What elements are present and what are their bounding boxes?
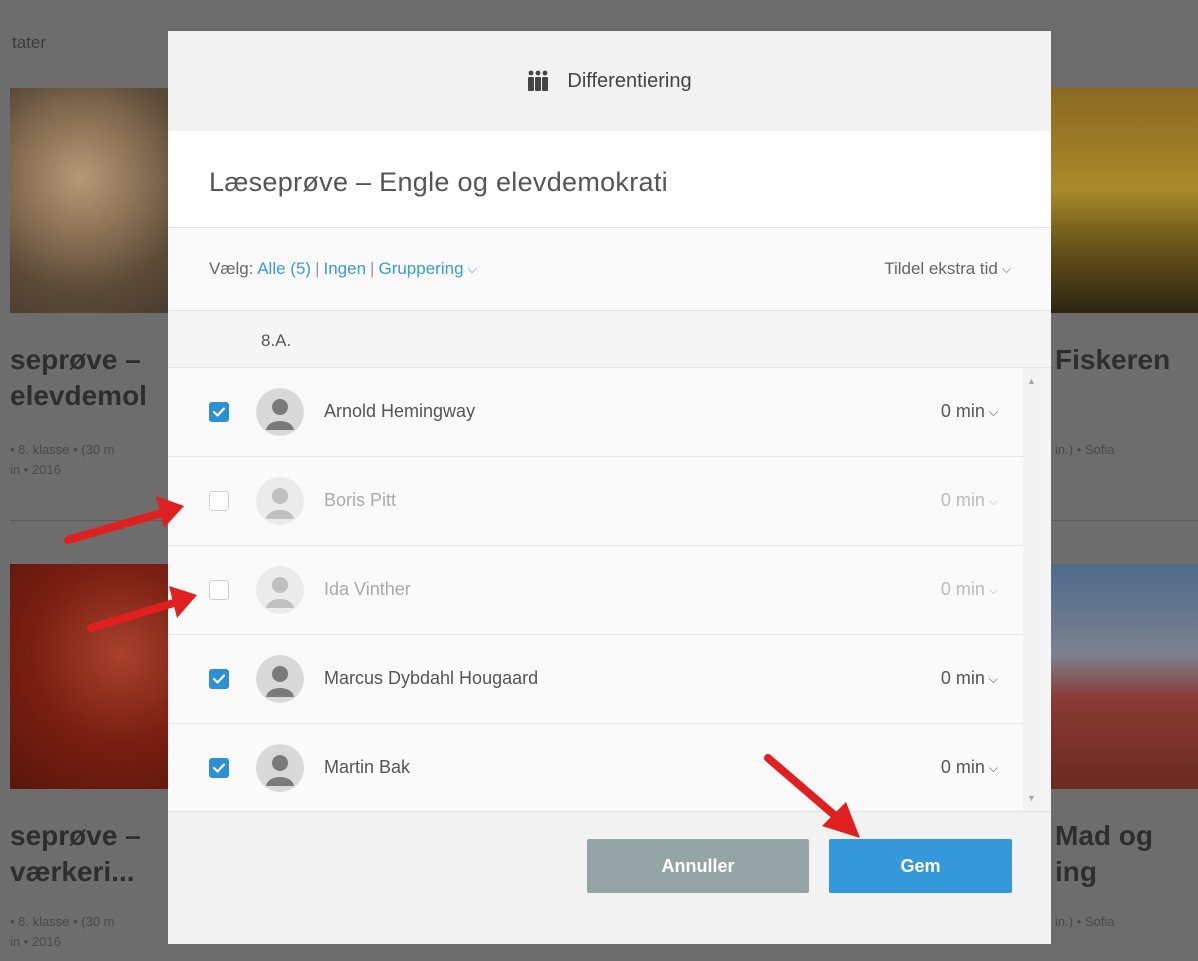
- card-image-angel[interactable]: [10, 88, 168, 313]
- select-all-link[interactable]: Alle (5): [257, 259, 311, 278]
- test-title: Læseprøve – Engle og elevdemokrati: [209, 167, 668, 197]
- student-checkbox[interactable]: [209, 669, 229, 689]
- annotation-arrow-icon: [87, 586, 197, 632]
- avatar: [256, 388, 304, 436]
- avatar: [256, 566, 304, 614]
- separator: |: [315, 259, 320, 278]
- card-title[interactable]: seprøve – elevdemol: [10, 342, 147, 414]
- avatar: [256, 477, 304, 525]
- student-name: Boris Pitt: [324, 490, 397, 510]
- extra-time-dropdown[interactable]: 0 min ⌵: [941, 401, 998, 422]
- card-image-monk[interactable]: [1050, 564, 1198, 789]
- modal-header-title: Differentiering: [567, 69, 692, 92]
- select-controls: Vælg: Alle (5) | Ingen | Gruppering ⌵: [209, 259, 477, 279]
- card-title[interactable]: Fiskeren: [1055, 342, 1170, 378]
- student-checkbox[interactable]: [209, 491, 229, 511]
- chevron-down-icon: ⌵: [1001, 262, 1011, 276]
- extra-time-dropdown[interactable]: 0 min ⌵: [941, 490, 998, 511]
- student-checkbox[interactable]: [209, 402, 229, 422]
- separator: |: [370, 259, 375, 278]
- differentiation-modal: Differentiering Læseprøve – Engle og ele…: [168, 31, 1051, 944]
- student-row[interactable]: Ida Vinther 0 min ⌵: [168, 546, 1023, 635]
- extra-time-dropdown[interactable]: Tildel ekstra tid ⌵: [884, 259, 1011, 279]
- extra-time-dropdown[interactable]: 0 min ⌵: [941, 757, 998, 778]
- background-heading: tater: [12, 33, 47, 52]
- card-meta: • 8. klasse • (30 m in • 2016: [10, 914, 115, 949]
- grouping-dropdown[interactable]: Gruppering ⌵: [378, 259, 476, 278]
- chevron-down-icon: ⌵: [988, 583, 998, 597]
- modal-header: Differentiering: [168, 31, 1051, 131]
- save-button[interactable]: Gem: [829, 839, 1012, 893]
- student-name: Martin Bak: [324, 757, 411, 777]
- chevron-down-icon: ⌵: [988, 672, 998, 686]
- card-meta: • 8. klasse • (30 m in • 2016: [10, 442, 115, 477]
- class-header: 8.A.: [168, 311, 1051, 368]
- card-meta: in.) • Sofia: [1055, 914, 1115, 929]
- selection-bar: Vælg: Alle (5) | Ingen | Gruppering ⌵ Tildel …: [168, 228, 1051, 311]
- avatar: [256, 655, 304, 703]
- chevron-down-icon: ⌵: [988, 494, 998, 508]
- student-name: Arnold Hemingway: [324, 401, 476, 421]
- extra-time-dropdown[interactable]: 0 min ⌵: [941, 579, 998, 600]
- cancel-button[interactable]: Annuller: [587, 839, 809, 893]
- student-row[interactable]: Martin Bak 0 min ⌵: [168, 724, 1023, 811]
- chevron-down-icon: ⌵: [467, 262, 477, 276]
- card-title[interactable]: Mad og ing: [1055, 818, 1153, 890]
- student-name: Ida Vinther: [324, 579, 411, 599]
- annotation-arrow-icon: [64, 496, 184, 544]
- student-list: Arnold Hemingway 0 min ⌵ Boris Pitt 0 min ⌵ Id…: [168, 368, 1023, 811]
- card-image-fisherman[interactable]: [1050, 88, 1198, 313]
- class-label: 8.A.: [261, 331, 292, 350]
- divider: [1050, 520, 1198, 521]
- modal-footer: Annuller Gem: [168, 811, 1051, 944]
- student-checkbox[interactable]: [209, 580, 229, 600]
- select-none-link[interactable]: Ingen: [324, 259, 367, 278]
- student-row[interactable]: Arnold Hemingway 0 min ⌵: [168, 368, 1023, 457]
- scrollbar[interactable]: ▲ ▼: [1023, 368, 1041, 811]
- modal-title-area: Læseprøve – Engle og elevdemokrati: [168, 131, 1051, 228]
- student-checkbox[interactable]: [209, 758, 229, 778]
- student-name: Marcus Dybdahl Hougaard: [324, 668, 539, 688]
- chevron-down-icon: ⌵: [988, 761, 998, 775]
- chevron-down-icon: ⌵: [988, 405, 998, 419]
- student-row[interactable]: Boris Pitt 0 min ⌵: [168, 457, 1023, 546]
- select-prefix: Vælg:: [209, 259, 254, 278]
- avatar: [256, 744, 304, 792]
- annotation-arrow-icon: [764, 754, 860, 838]
- card-meta: in.) • Sofia: [1055, 442, 1115, 457]
- scroll-up-icon[interactable]: ▲: [1027, 376, 1036, 386]
- student-row[interactable]: Marcus Dybdahl Hougaard 0 min ⌵: [168, 635, 1023, 724]
- card-title[interactable]: seprøve – værkeri...: [10, 818, 141, 890]
- group-people-icon: [527, 70, 549, 92]
- scroll-down-icon[interactable]: ▼: [1027, 793, 1036, 803]
- extra-time-dropdown[interactable]: 0 min ⌵: [941, 668, 998, 689]
